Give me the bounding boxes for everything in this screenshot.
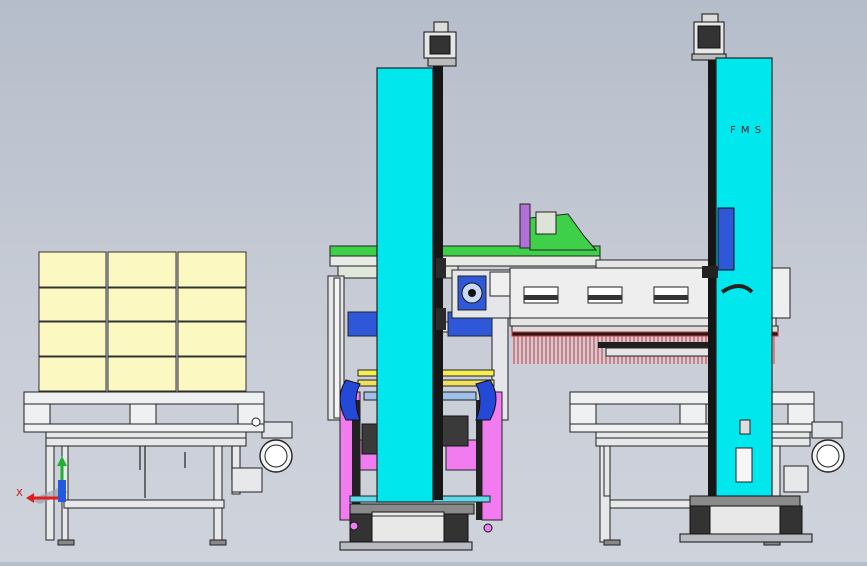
palletizer-assembly-drawing: X F M S (16, 13, 845, 551)
cad-view: X F M S (0, 0, 867, 562)
right-turntable (679, 495, 813, 543)
left-conveyor-legs (45, 429, 241, 543)
left-box-stack (38, 251, 247, 392)
center-servo-motor (423, 21, 457, 67)
xyz-axis-icon: X (16, 456, 68, 504)
right-servo-motor (691, 13, 727, 61)
center-cyan-column (376, 67, 434, 503)
column-label: F M S (730, 125, 762, 136)
axis-x-label: X (16, 488, 23, 499)
left-pallet (23, 391, 265, 433)
center-turntable (339, 503, 475, 551)
